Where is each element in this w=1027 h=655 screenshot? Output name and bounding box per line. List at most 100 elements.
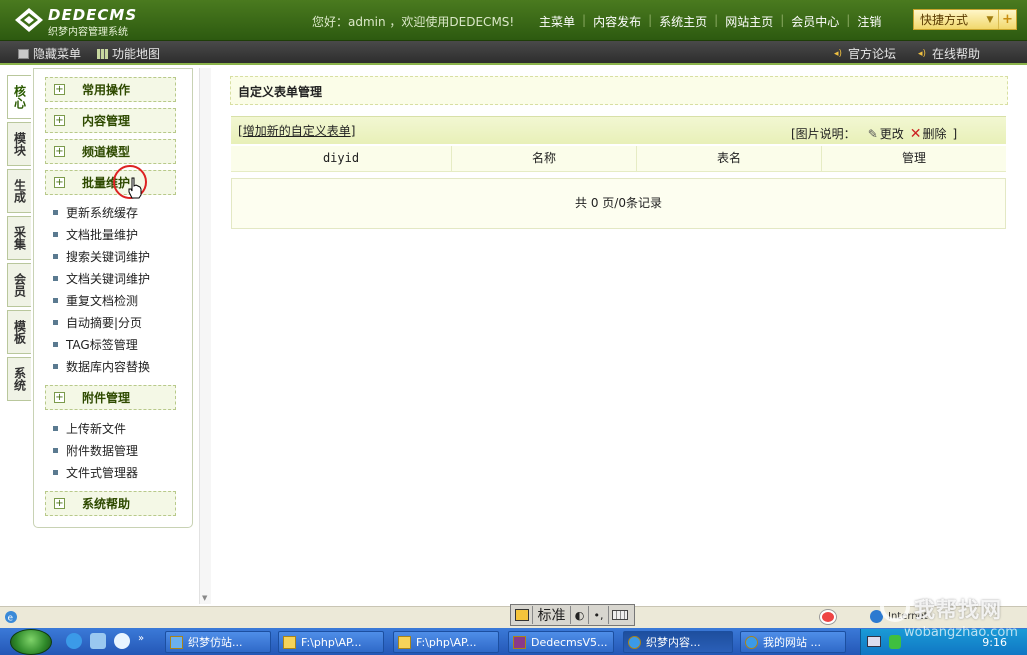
nav-logout[interactable]: 注销 bbox=[850, 13, 888, 30]
ime-logo-icon[interactable] bbox=[511, 606, 533, 624]
folder-icon bbox=[398, 635, 411, 649]
menu-scrollbar[interactable]: ▼ bbox=[199, 68, 211, 604]
menu-group-batch[interactable]: + 批量维护 bbox=[45, 170, 176, 195]
menu-group-channel[interactable]: + 频道模型 bbox=[45, 139, 176, 164]
dedecms-logo[interactable]: DEDECMS 织梦内容管理系统 bbox=[14, 6, 149, 38]
menu-item-label: 文件式管理器 bbox=[66, 466, 139, 480]
menu-item-label: 上传新文件 bbox=[66, 422, 127, 436]
tab-core[interactable]: 核心 bbox=[7, 75, 31, 119]
expand-icon: + bbox=[54, 392, 65, 403]
ie-icon[interactable] bbox=[66, 633, 82, 649]
chevron-right-icon[interactable]: » bbox=[138, 633, 148, 649]
hide-menu-button[interactable]: 隐藏菜单 bbox=[18, 45, 81, 62]
keyboard-icon[interactable] bbox=[609, 606, 631, 624]
bullet-icon bbox=[53, 448, 58, 453]
add-shortcut-button[interactable]: + bbox=[998, 10, 1016, 29]
bullet-icon bbox=[53, 320, 58, 325]
ime-mode[interactable]: 标准 bbox=[533, 606, 571, 624]
top-nav: 主菜单 | 内容发布 | 系统主页 | 网站主页 | 会员中心 | 注销 bbox=[532, 13, 888, 30]
taskbar-item-2[interactable]: F:\php\AP... bbox=[278, 631, 384, 653]
browser-icon[interactable] bbox=[114, 633, 130, 649]
menu-item-upload-file[interactable]: 上传新文件 bbox=[53, 420, 126, 437]
menu-item-label: 附件数据管理 bbox=[66, 444, 139, 458]
menu-item-auto-summary[interactable]: 自动摘要|分页 bbox=[53, 314, 142, 331]
punctuation-icon[interactable]: •, bbox=[589, 606, 609, 624]
nav-system-home[interactable]: 系统主页 bbox=[652, 13, 714, 30]
menu-item-tag-manage[interactable]: TAG标签管理 bbox=[53, 336, 138, 353]
bullet-icon bbox=[53, 426, 58, 431]
tab-generate-label: 生成 bbox=[12, 179, 27, 203]
menu-group-content[interactable]: + 内容管理 bbox=[45, 108, 176, 133]
help-link[interactable]: ◂) 在线帮助 bbox=[918, 45, 980, 62]
taskbar-item-1[interactable]: 织梦仿站... bbox=[165, 631, 271, 653]
taskbar-item-5[interactable]: 织梦内容... bbox=[623, 631, 733, 653]
expand-icon: + bbox=[54, 146, 65, 157]
start-button[interactable] bbox=[10, 629, 52, 655]
taskbar-item-6[interactable]: 我的网站 ... bbox=[740, 631, 846, 653]
menu-item-db-replace[interactable]: 数据库内容替换 bbox=[53, 358, 150, 375]
menu-group-help[interactable]: + 系统帮助 bbox=[45, 491, 176, 516]
nav-site-home[interactable]: 网站主页 bbox=[718, 13, 780, 30]
half-width-icon[interactable]: ◐ bbox=[571, 606, 589, 624]
add-form-link[interactable]: [增加新的自定义表单] bbox=[238, 122, 355, 139]
pagination-empty: 共 0 页/0条记录 bbox=[231, 178, 1006, 229]
menu-item-label: 搜索关键词维护 bbox=[66, 250, 151, 264]
tab-collect[interactable]: 采集 bbox=[7, 216, 31, 260]
menu-item-attachment-data[interactable]: 附件数据管理 bbox=[53, 442, 138, 459]
delete-x-icon: ✕ bbox=[909, 125, 922, 142]
menu-group-attachments[interactable]: + 附件管理 bbox=[45, 385, 176, 410]
menu-group-label: 频道模型 bbox=[82, 145, 131, 159]
menu-item-duplicate-check[interactable]: 重复文档检测 bbox=[53, 292, 138, 309]
tab-generate[interactable]: 生成 bbox=[7, 169, 31, 213]
column-manage: 管理 bbox=[901, 151, 926, 165]
ie-page-icon: e bbox=[5, 611, 17, 624]
help-label: 在线帮助 bbox=[932, 47, 981, 61]
tab-members[interactable]: 会员 bbox=[7, 263, 31, 307]
app-icon[interactable] bbox=[90, 633, 106, 649]
legend: [图片说明： ✎ 更改 ✕ 删除 ] bbox=[791, 125, 957, 142]
bullet-icon bbox=[53, 470, 58, 475]
taskbar-label: DedecmsV5... bbox=[531, 635, 608, 649]
tab-members-label: 会员 bbox=[12, 273, 27, 297]
archive-icon bbox=[513, 635, 526, 649]
site-map-button[interactable]: 功能地图 bbox=[97, 45, 160, 62]
tab-templates[interactable]: 模板 bbox=[7, 310, 31, 354]
taskbar-label: F:\php\AP... bbox=[416, 635, 477, 649]
logo-title: DEDECMS bbox=[48, 6, 138, 24]
scroll-down-icon[interactable]: ▼ bbox=[202, 594, 207, 602]
chevron-down-icon[interactable]: ▼ bbox=[982, 15, 998, 25]
welcome-text: 您好：admin ，欢迎使用DEDECMS! bbox=[312, 15, 515, 29]
magnifier-icon bbox=[880, 592, 910, 622]
legend-edit: 更改 bbox=[879, 127, 904, 141]
ime-toolbar[interactable]: 标准 ◐ •, bbox=[510, 604, 635, 626]
menu-item-batch-docs[interactable]: 文档批量维护 bbox=[53, 226, 138, 243]
forum-link[interactable]: ◂) 官方论坛 bbox=[834, 45, 896, 62]
column-name: 名称 bbox=[452, 146, 637, 171]
logo-subtitle: 织梦内容管理系统 bbox=[48, 27, 128, 38]
quick-access-dropdown[interactable]: 快捷方式 ▼ + bbox=[913, 9, 1017, 30]
bullet-icon bbox=[53, 254, 58, 259]
bullet-icon bbox=[53, 232, 58, 237]
menu-item-doc-keywords[interactable]: 文档关键词维护 bbox=[53, 270, 150, 287]
tab-system[interactable]: 系统 bbox=[7, 357, 31, 401]
watermark-url: wobangzhao.com bbox=[904, 625, 1018, 640]
menu-item-update-cache[interactable]: 更新系统缓存 bbox=[53, 204, 138, 221]
menu-item-search-keywords[interactable]: 搜索关键词维护 bbox=[53, 248, 150, 265]
menu-group-common[interactable]: + 常用操作 bbox=[45, 77, 176, 102]
menu-item-file-manager[interactable]: 文件式管理器 bbox=[53, 464, 138, 481]
top-header: DEDECMS 织梦内容管理系统 您好：admin ，欢迎使用DEDECMS! … bbox=[0, 0, 1027, 41]
page-title: 自定义表单管理 bbox=[230, 76, 1008, 105]
column-table-name: 表名 bbox=[637, 146, 822, 171]
tab-modules[interactable]: 模块 bbox=[7, 122, 31, 166]
expand-icon: + bbox=[54, 177, 65, 188]
bullet-icon bbox=[53, 298, 58, 303]
nav-publish[interactable]: 内容发布 bbox=[586, 13, 648, 30]
legend-delete: 删除 bbox=[922, 127, 947, 141]
taskbar-item-4[interactable]: DedecmsV5... bbox=[508, 631, 614, 653]
forum-label: 官方论坛 bbox=[848, 47, 897, 61]
taskbar-label: 我的网站 ... bbox=[763, 636, 821, 649]
nav-main-menu[interactable]: 主菜单 bbox=[532, 13, 582, 30]
nav-member-center[interactable]: 会员中心 bbox=[784, 13, 846, 30]
taskbar-item-3[interactable]: F:\php\AP... bbox=[393, 631, 499, 653]
folder-icon bbox=[283, 635, 296, 649]
